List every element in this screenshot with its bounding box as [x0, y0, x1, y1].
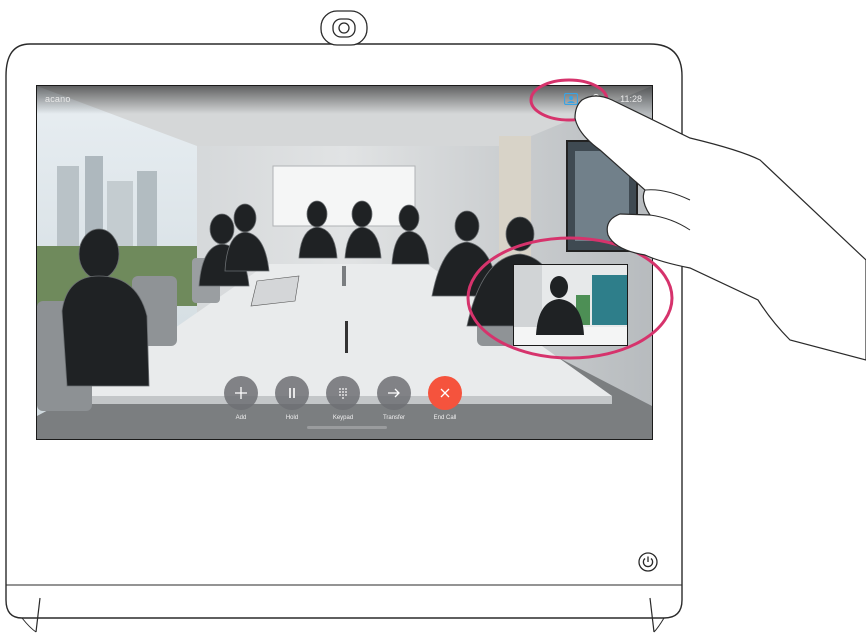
keypad-label: Keypad [332, 415, 354, 421]
call-screen: acano 11:28 Add Hold Keypad Transfer End… [36, 85, 653, 440]
camera-icon [320, 10, 368, 46]
keypad-icon [339, 388, 347, 399]
self-view-window[interactable] [513, 264, 628, 346]
selfview-icon[interactable] [563, 92, 579, 106]
transfer-control: Transfer [374, 376, 414, 421]
transfer-label: Transfer [382, 415, 406, 421]
hold-button[interactable] [275, 376, 309, 410]
hold-control: Hold [272, 376, 312, 421]
plus-icon [235, 387, 247, 399]
arrow-right-icon [388, 388, 400, 398]
add-button[interactable] [224, 376, 258, 410]
self-view-video [514, 265, 627, 345]
call-name: acano [45, 94, 71, 104]
home-indicator [307, 426, 387, 429]
power-icon[interactable] [638, 552, 658, 572]
person-icon[interactable] [590, 92, 602, 105]
add-control: Add [221, 376, 261, 421]
pause-icon [289, 388, 295, 398]
transfer-button[interactable] [377, 376, 411, 410]
call-top-bar [37, 86, 652, 114]
keypad-control: Keypad [323, 376, 363, 421]
call-controls: Add Hold Keypad Transfer End Call [37, 376, 652, 436]
clock-time: 11:28 [620, 94, 642, 104]
end-call-control: End Call [425, 376, 465, 421]
end-call-label: End Call [433, 415, 457, 421]
end-call-button[interactable] [428, 376, 462, 410]
keypad-button[interactable] [326, 376, 360, 410]
device-illustration: acano 11:28 Add Hold Keypad Transfer End… [0, 0, 866, 634]
close-icon [440, 388, 450, 398]
hold-label: Hold [285, 415, 299, 421]
add-label: Add [235, 415, 247, 421]
